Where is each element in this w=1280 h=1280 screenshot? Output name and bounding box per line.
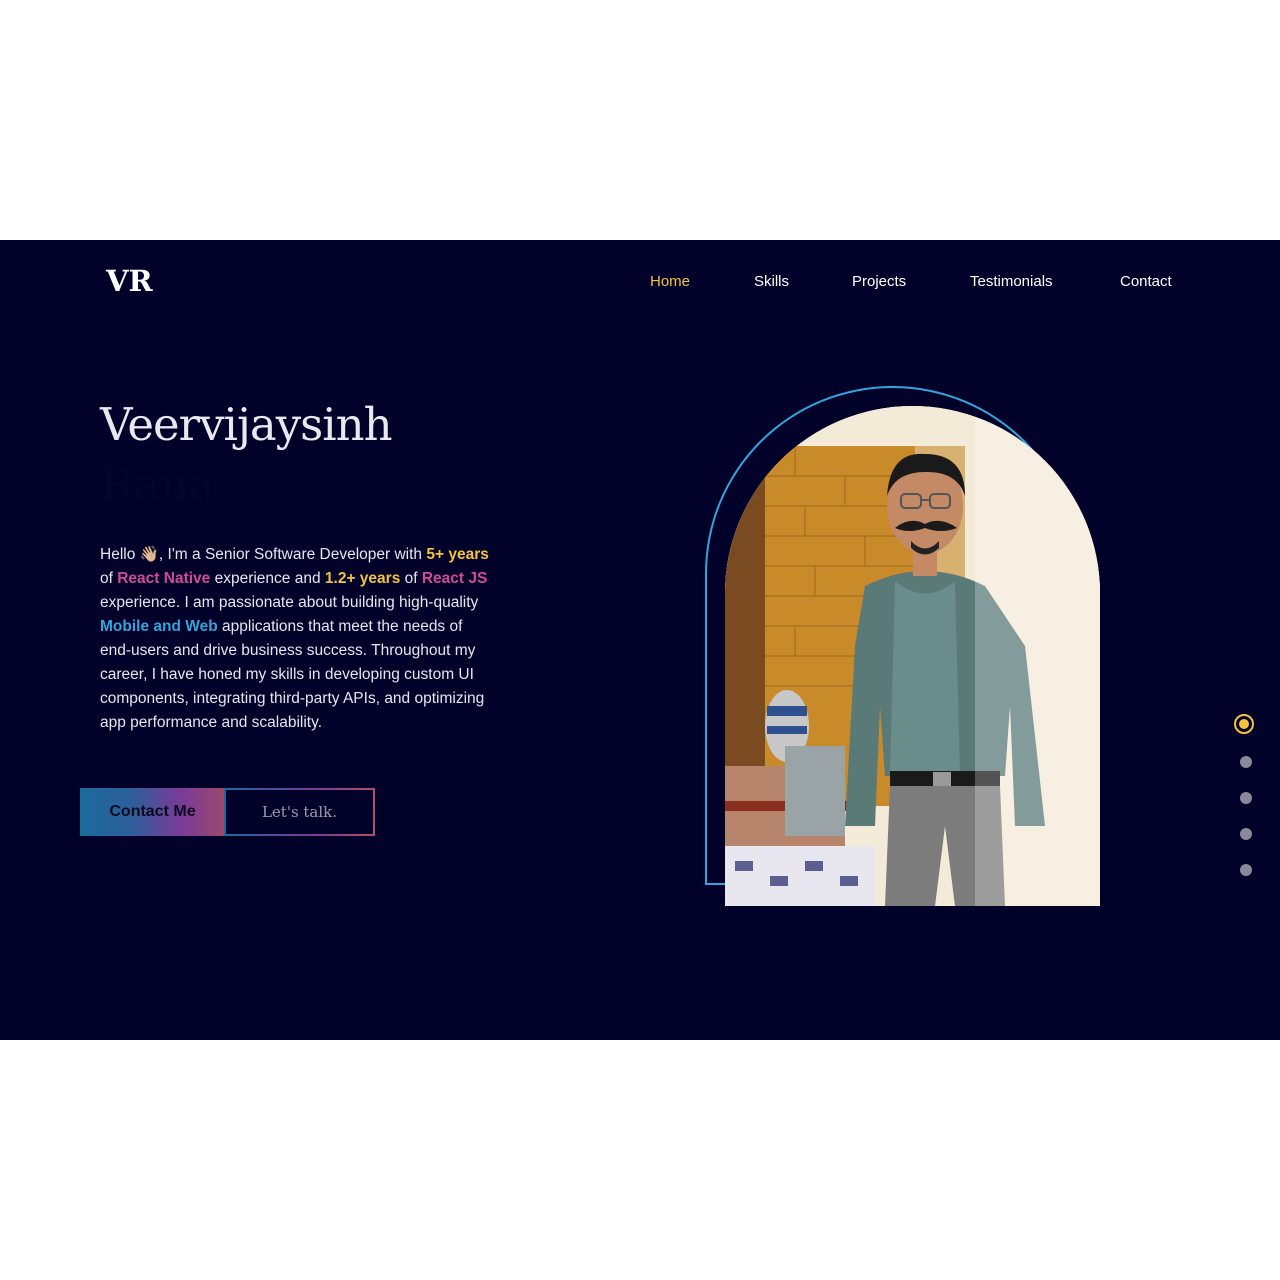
hero-first-name: Veervijaysinh [100,398,393,451]
arch-outline-foot [705,883,727,885]
bio-text: experience and [210,570,325,587]
section-pager [1234,714,1258,876]
pager-dot-2[interactable] [1240,756,1252,768]
main-nav: Home Skills Projects Testimonials Contac… [0,273,1280,293]
hero-last-name: Rana [100,458,215,511]
pager-dot-5[interactable] [1240,864,1252,876]
profile-photo [725,406,1100,906]
hero-section: VR Home Skills Projects Testimonials Con… [0,240,1280,1040]
bio-text: experience. I am passionate about buildi… [100,594,479,611]
bio-highlight-mobile-web: Mobile and Web [100,618,218,635]
pager-dot-3[interactable] [1240,792,1252,804]
nav-skills[interactable]: Skills [754,273,789,290]
bio-text: Hello 👋🏼, I'm a Senior Software Develope… [100,546,427,563]
lets-talk-button[interactable]: Let's talk. [224,788,375,836]
bio-highlight-years-js: 1.2+ years [324,570,401,587]
pager-dot-4[interactable] [1240,828,1252,840]
hero-bio: Hello 👋🏼, I'm a Senior Software Develope… [100,543,492,735]
bio-text: of [400,570,422,587]
person-portrait-icon [725,406,1100,906]
nav-contact[interactable]: Contact [1120,273,1172,290]
bio-text: of [100,570,118,587]
nav-testimonials[interactable]: Testimonials [970,273,1053,290]
bio-highlight-react-js: React JS [421,570,488,587]
nav-projects[interactable]: Projects [852,273,906,290]
contact-me-button[interactable]: Contact Me [80,788,225,836]
nav-home[interactable]: Home [650,273,690,290]
pager-dot-1[interactable] [1234,714,1254,734]
bio-highlight-react-native: React Native [117,570,211,587]
bio-highlight-years-rn: 5+ years [426,546,489,563]
